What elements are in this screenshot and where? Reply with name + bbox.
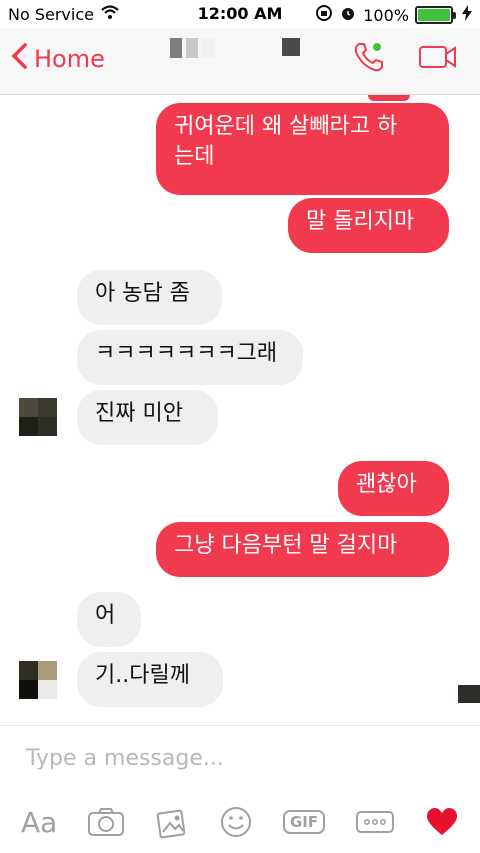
- message-bubble-outgoing[interactable]: 말 돌리지마: [288, 198, 449, 253]
- message-bubble-incoming[interactable]: ㅋㅋㅋㅋㅋㅋㅋ그래: [77, 330, 303, 385]
- photo-icon[interactable]: [155, 805, 189, 839]
- nav-bar: Home: [0, 28, 480, 95]
- gif-label: GIF: [282, 810, 326, 834]
- battery-percent: 100%: [363, 5, 409, 25]
- previous-message-fragment: [368, 95, 410, 101]
- message-input[interactable]: Type a message...: [26, 746, 224, 771]
- back-button[interactable]: Home: [10, 42, 105, 76]
- message-bubble-incoming[interactable]: 기..다릴께: [77, 652, 223, 707]
- lock-rotation-icon: [315, 4, 333, 26]
- conversation: 귀여운데 왜 살빼라고 하 는데 말 돌리지마 아 농담 좀 ㅋㅋㅋㅋㅋㅋㅋ그래…: [0, 95, 480, 725]
- status-bar: No Service 12:00 AM 100%: [0, 0, 480, 28]
- message-bubble-incoming[interactable]: 아 농담 좀: [77, 270, 222, 325]
- heart-icon[interactable]: [425, 807, 459, 837]
- message-bubble-outgoing[interactable]: 귀여운데 왜 살빼라고 하 는데: [156, 103, 449, 195]
- battery-indicator: [415, 6, 453, 24]
- back-label: Home: [34, 45, 105, 73]
- message-bubble-incoming[interactable]: 어: [77, 592, 141, 647]
- camera-icon[interactable]: [87, 807, 125, 837]
- composer-toolbar: Aa GIF: [0, 802, 480, 842]
- gif-button[interactable]: GIF: [282, 810, 326, 834]
- emoji-icon[interactable]: [219, 805, 253, 839]
- text-format-button[interactable]: Aa: [21, 806, 57, 839]
- message-bubble-outgoing[interactable]: 그냥 다음부턴 말 걸지마: [156, 522, 449, 577]
- phone-icon[interactable]: [352, 40, 386, 78]
- avatar[interactable]: [19, 398, 57, 436]
- back-chevron-icon: [10, 42, 34, 76]
- message-composer: Type a message... Aa GIF: [0, 725, 480, 853]
- contact-name-redacted: [170, 38, 300, 58]
- video-icon[interactable]: [418, 42, 458, 76]
- more-icon[interactable]: [355, 809, 395, 835]
- seen-avatar: [458, 685, 480, 703]
- alarm-icon: [339, 4, 357, 26]
- message-bubble-incoming[interactable]: 진짜 미안: [77, 390, 218, 445]
- message-bubble-outgoing[interactable]: 괜찮아: [338, 461, 449, 516]
- avatar[interactable]: [19, 661, 57, 699]
- charging-icon: [462, 5, 472, 25]
